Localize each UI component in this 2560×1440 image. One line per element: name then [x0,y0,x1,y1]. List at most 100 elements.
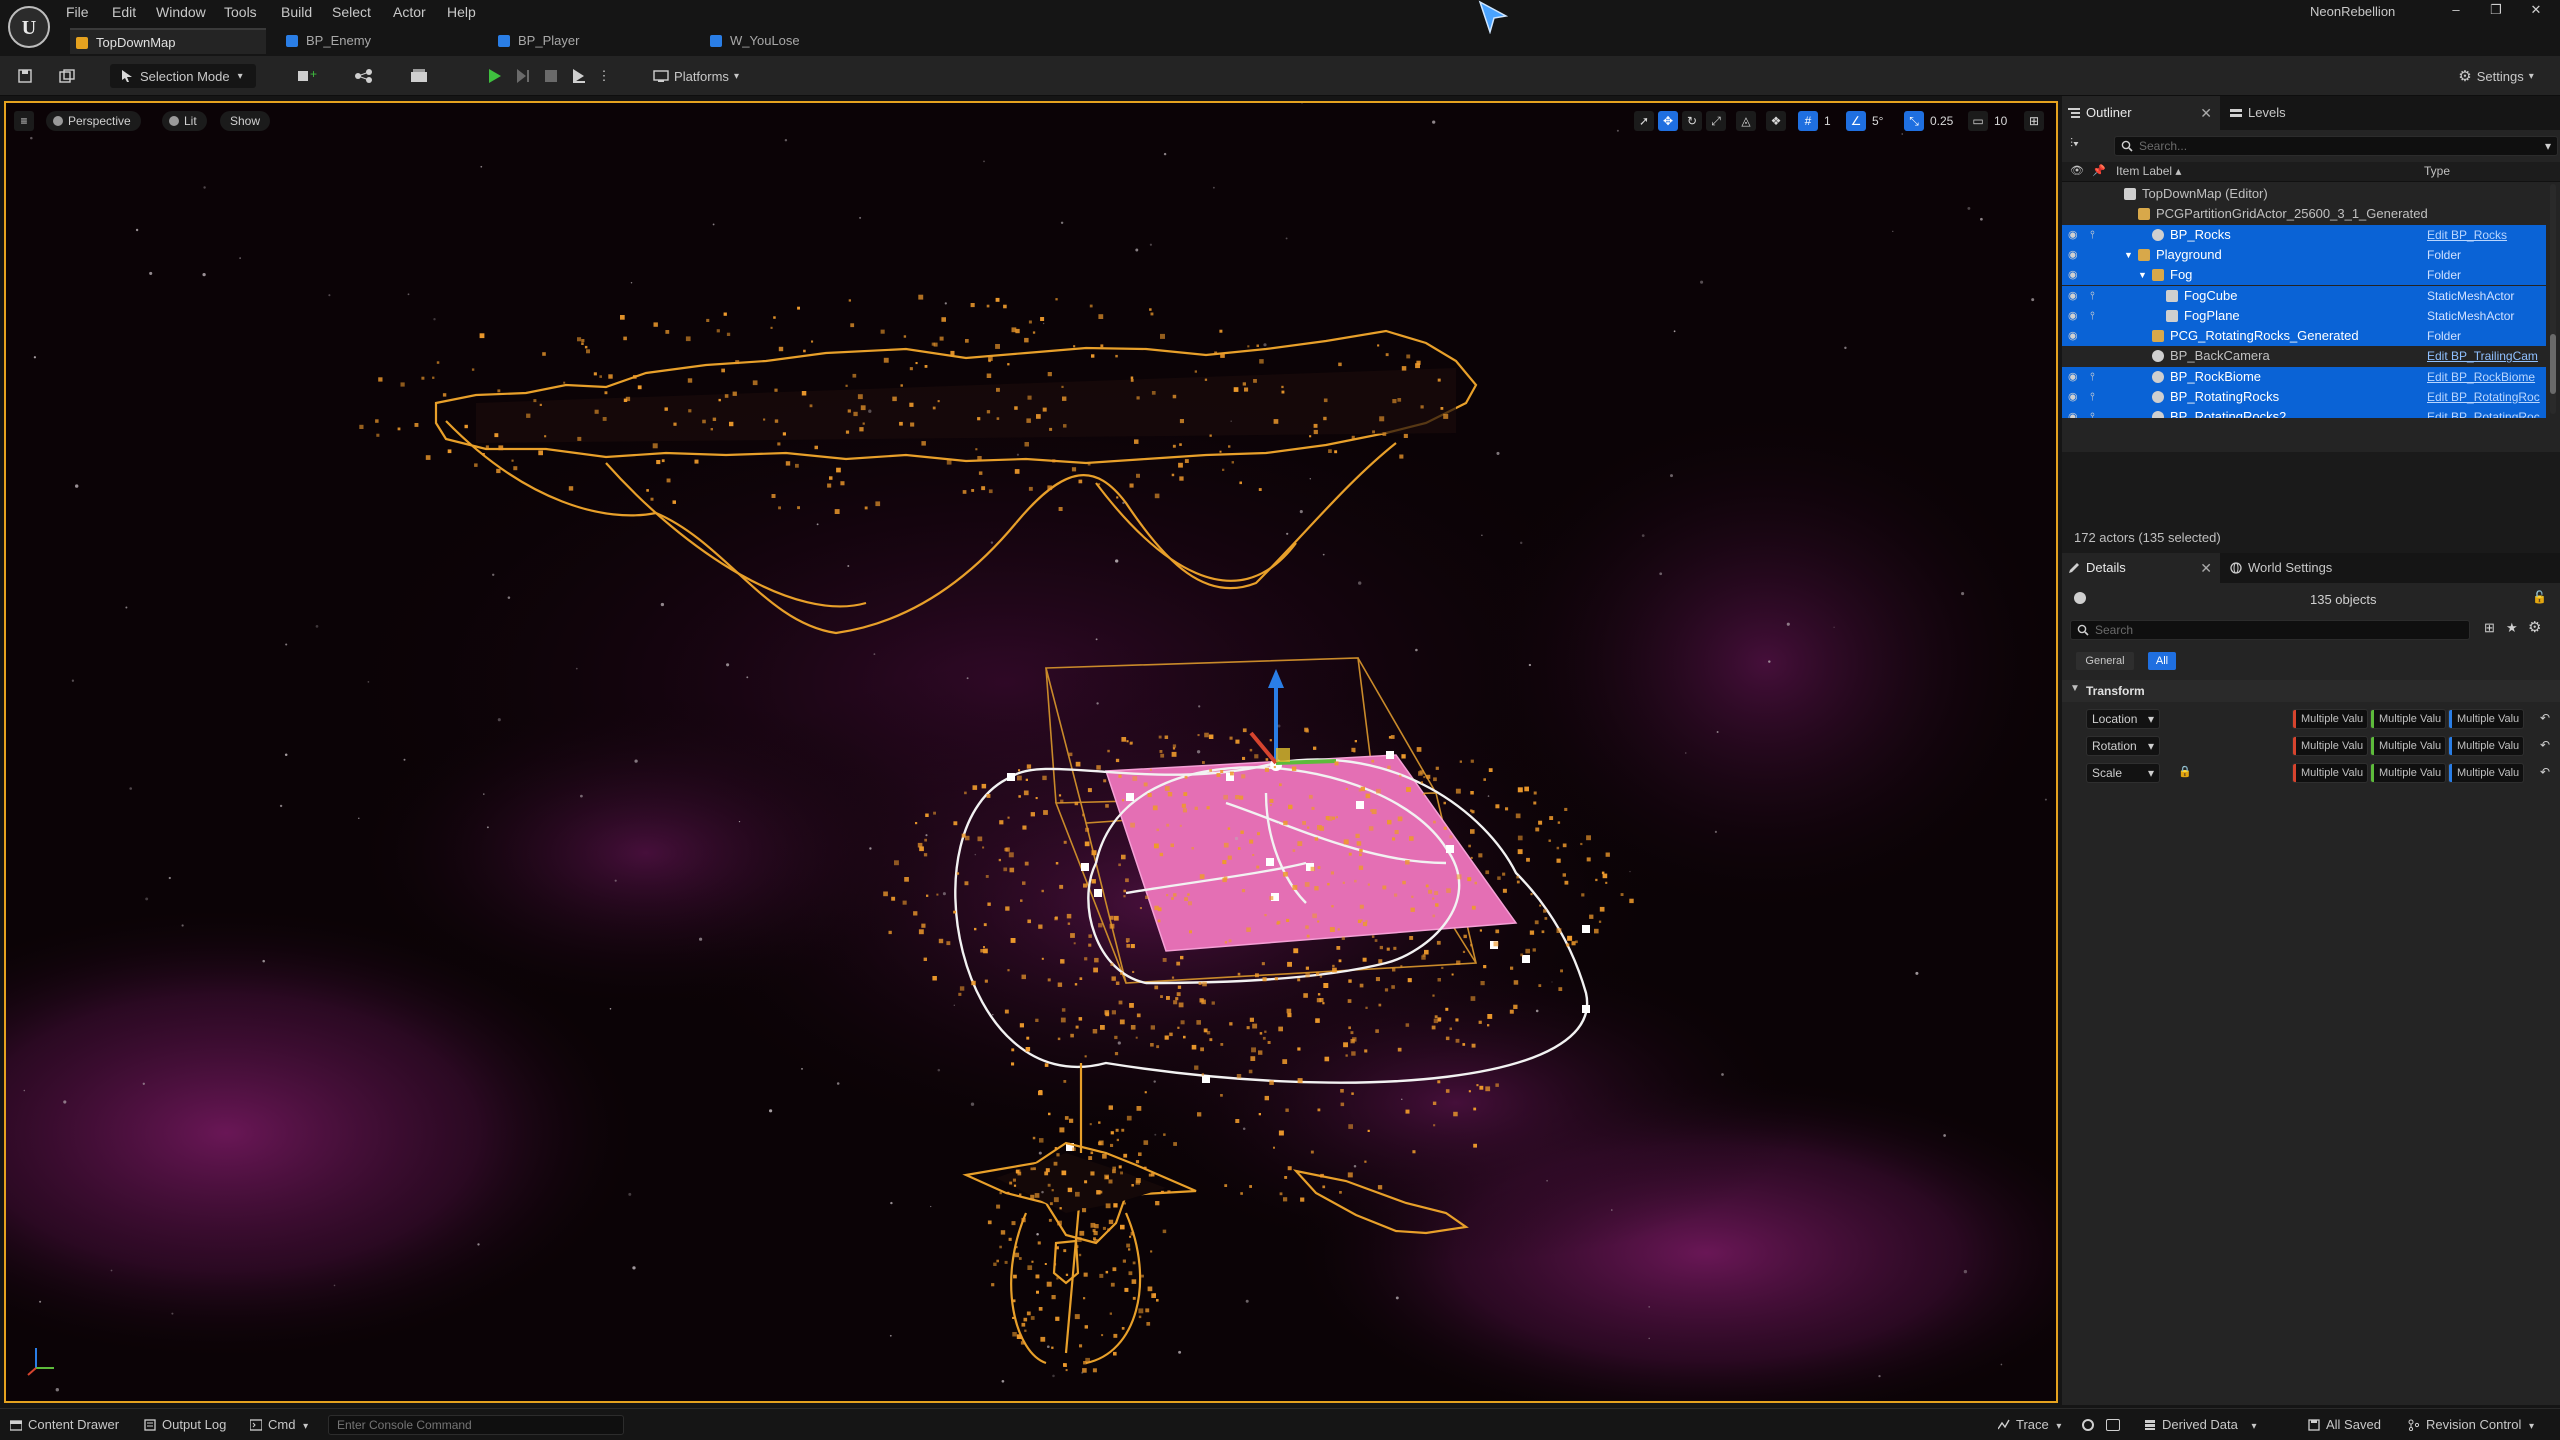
filter-general[interactable]: General [2076,652,2134,670]
location-x-field[interactable]: Multiple Valu [2292,709,2368,729]
viewport-menu-icon[interactable]: ≡ [14,111,34,131]
outliner-row[interactable]: ◉ ▼ Playground Folder [2062,244,2546,265]
filter-icon[interactable]: ⫶▾ [2070,136,2079,151]
edit-blueprint-link[interactable]: Edit BP_Rocks [2427,225,2547,245]
console-command-input[interactable] [328,1415,624,1435]
platforms-button[interactable]: Platforms ▾ [646,64,746,88]
tab-w-youlose[interactable]: W_YouLose [704,28,900,54]
menu-select[interactable]: Select [332,2,371,22]
reset-to-default-icon[interactable]: ↶ [2540,738,2550,752]
location-mode-dropdown[interactable]: Location ▾ [2086,709,2160,729]
outliner-row[interactable]: BP_BackCamera Edit BP_TrailingCam [2062,346,2546,366]
all-saved-button[interactable]: All Saved [2306,1415,2381,1435]
pin-icon[interactable]: ⫯ [2090,286,2100,306]
tab-bp-player[interactable]: BP_Player [492,28,688,54]
camera-speed-value[interactable]: 10 [1994,111,2007,131]
outliner-row[interactable]: ◉ ⫯ FogCube StaticMeshActor [2062,285,2546,306]
rotation-x-field[interactable]: Multiple Valu [2292,736,2368,756]
minimize-window-button[interactable]: – [2444,2,2468,22]
camera-speed-icon[interactable]: ▭ [1968,111,1988,131]
expand-arrow-icon[interactable]: ▼ [2138,265,2147,285]
content-drawer-button[interactable]: Content Drawer [8,1415,119,1435]
outliner-row[interactable]: ◉ ⫯ BP_Rocks Edit BP_Rocks [2062,224,2547,245]
blueprint-menu-button[interactable] [344,64,386,88]
details-settings-gear-icon[interactable]: ⚙ [2528,618,2541,636]
scale-snap-icon[interactable]: ⤡ [1904,111,1924,131]
tab-outliner[interactable]: Outliner ✕ [2062,96,2220,130]
perspective-button[interactable]: Perspective [46,111,141,131]
rotation-snap-value[interactable]: 5° [1872,111,1883,131]
rotation-mode-dropdown[interactable]: Rotation ▾ [2086,736,2160,756]
save-icon[interactable] [14,64,36,88]
type-column-header[interactable]: Type [2424,164,2450,178]
visibility-eye-icon[interactable]: ◉ [2068,245,2082,265]
stop-icon[interactable] [540,64,562,88]
filter-all[interactable]: All [2148,652,2176,670]
close-window-button[interactable]: ✕ [2524,2,2548,22]
outliner-row[interactable]: ◉ ⫯ BP_RotatingRocks2 Edit BP_RotatingRoc [2062,407,2546,418]
cmd-dropdown[interactable]: Cmd ▾ [248,1415,308,1435]
favorites-star-icon[interactable]: ★ [2506,620,2518,636]
add-actor-button[interactable]: + [288,64,328,88]
selection-mode-button[interactable]: Selection Mode ▾ [110,64,256,88]
play-icon[interactable] [484,64,506,88]
pin-icon[interactable]: ⫯ [2090,225,2100,245]
tab-levels[interactable]: Levels [2224,96,2344,130]
lit-button[interactable]: Lit [162,111,207,131]
location-y-field[interactable]: Multiple Valu [2370,709,2446,729]
pin-icon[interactable]: ⫯ [2090,306,2100,326]
outliner-tree[interactable]: TopDownMap (Editor) PCGPartitionGridActor… [2062,184,2560,418]
surface-snap-icon[interactable]: ❖ [1766,111,1786,131]
screenshot-icon[interactable] [2106,1419,2120,1431]
transform-section-header[interactable]: ▼ Transform [2062,680,2560,702]
menu-actor[interactable]: Actor [393,2,426,22]
menu-window[interactable]: Window [156,2,206,22]
derived-data-button[interactable]: Derived Data ▾ [2142,1415,2257,1435]
menu-build[interactable]: Build [281,2,312,22]
location-z-field[interactable]: Multiple Valu [2448,709,2524,729]
cinematics-menu-button[interactable] [400,64,442,88]
scale-x-field[interactable]: Multiple Valu [2292,763,2368,783]
unreal-logo-icon[interactable]: U [8,6,50,48]
eject-icon[interactable] [568,64,590,88]
item-label-column-header[interactable]: Item Label ▴ [2116,164,2181,178]
visibility-eye-icon[interactable]: ◉ [2068,407,2082,418]
outliner-search-input[interactable]: Search... ▾ [2114,136,2558,156]
edit-blueprint-link[interactable]: Edit BP_RotatingRoc [2427,387,2547,407]
outliner-row[interactable]: ◉ ⫯ FogPlane StaticMeshActor [2062,305,2546,326]
grid-snap-icon[interactable]: # [1798,111,1818,131]
close-icon[interactable]: ✕ [2200,96,2212,130]
tab-bp-enemy[interactable]: BP_Enemy [280,28,476,54]
outliner-row[interactable]: ◉ ▼ Fog Folder [2062,265,2546,286]
outliner-row[interactable]: PCGPartitionGridActor_25600_3_1_Generate… [2062,204,2546,224]
pin-icon[interactable]: ⫯ [2090,387,2100,407]
rotation-z-field[interactable]: Multiple Valu [2448,736,2524,756]
outliner-row[interactable]: ◉ ⫯ BP_RotatingRocks Edit BP_RotatingRoc [2062,387,2546,407]
pin-icon[interactable]: ⫯ [2090,367,2100,387]
outliner-scrollbar[interactable] [2550,184,2556,414]
world-local-icon[interactable]: ◬ [1736,111,1756,131]
visibility-eye-icon[interactable]: ◉ [2068,306,2082,326]
property-matrix-icon[interactable]: ⊞ [2484,620,2495,636]
expand-arrow-icon[interactable]: ▼ [2124,245,2133,265]
viewport-layout-icon[interactable]: ⊞ [2024,111,2044,131]
outliner-scrollbar-thumb[interactable] [2550,334,2556,394]
edit-blueprint-link[interactable]: Edit BP_TrailingCam [2427,346,2547,366]
visibility-eye-icon[interactable]: ◉ [2068,387,2082,407]
visibility-eye-icon[interactable]: ◉ [2068,225,2082,245]
lock-ratio-icon[interactable]: 🔒 [2178,765,2192,778]
reset-to-default-icon[interactable]: ↶ [2540,765,2550,779]
rotation-y-field[interactable]: Multiple Valu [2370,736,2446,756]
menu-tools[interactable]: Tools [224,2,257,22]
tab-world-settings[interactable]: World Settings [2224,553,2384,583]
scale-snap-value[interactable]: 0.25 [1930,111,1953,131]
visibility-eye-icon[interactable]: ◉ [2068,286,2082,306]
details-search-input[interactable]: Search [2070,620,2470,640]
scale-mode-dropdown[interactable]: Scale ▾ [2086,763,2160,783]
record-icon[interactable] [2082,1419,2094,1431]
scale-y-field[interactable]: Multiple Valu [2370,763,2446,783]
maximize-window-button[interactable]: ❐ [2484,2,2508,22]
visibility-eye-icon[interactable]: ◉ [2068,326,2082,346]
lock-selection-icon[interactable]: 🔓 [2532,590,2547,604]
select-tool-icon[interactable]: ➚ [1634,111,1654,131]
